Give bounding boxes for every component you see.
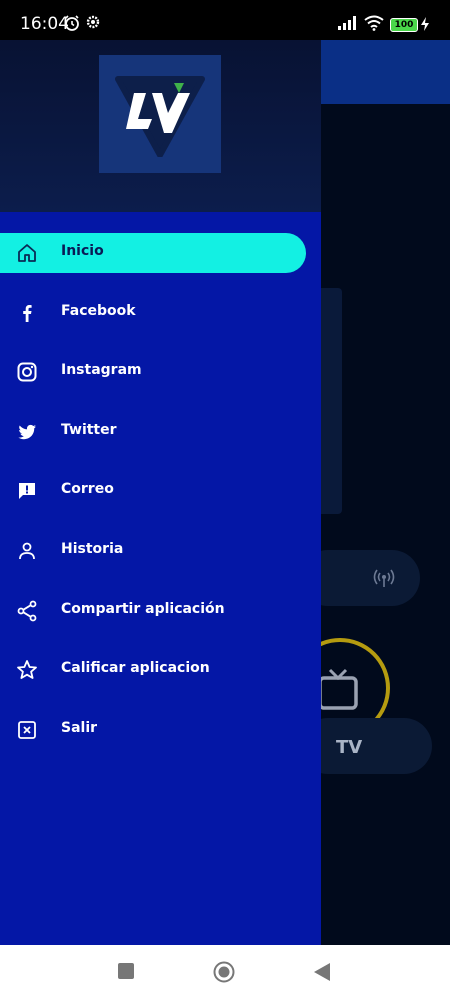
recents-icon[interactable] [118, 963, 134, 979]
menu-label: Correo [61, 481, 114, 498]
charging-icon [421, 17, 429, 31]
star-icon [17, 660, 37, 680]
signal-icon [338, 16, 356, 30]
back-icon[interactable] [314, 963, 330, 981]
menu-item-twitter[interactable]: Twitter [0, 412, 321, 452]
drawer-menu: Inicio Facebook Instagram Twitter Correo… [0, 233, 321, 769]
battery-indicator: 100 [390, 18, 418, 32]
menu-item-facebook[interactable]: Facebook [0, 293, 321, 333]
menu-label: Inicio [61, 243, 104, 259]
menu-label: Instagram [61, 362, 142, 379]
feedback-icon [19, 483, 35, 500]
wifi-icon [364, 15, 384, 31]
logo-icon [115, 76, 205, 157]
drawer-header [0, 40, 321, 212]
tv-icon [318, 668, 358, 710]
system-nav-bar [0, 945, 450, 1000]
menu-item-historia[interactable]: Historia [0, 531, 321, 571]
menu-item-compartir[interactable]: Compartir aplicación [0, 591, 321, 631]
twitter-icon [18, 424, 36, 439]
menu-item-instagram[interactable]: Instagram [0, 352, 321, 392]
exit-icon [18, 720, 36, 739]
home-button-icon[interactable] [213, 961, 235, 983]
menu-item-inicio[interactable]: Inicio [0, 233, 306, 273]
status-bar: 16:04 100 [0, 0, 450, 40]
menu-item-correo[interactable]: Correo [0, 471, 321, 511]
menu-label: Salir [61, 719, 98, 736]
menu-label: Compartir aplicación [61, 600, 225, 617]
settings-icon [86, 15, 100, 29]
alarm-icon [65, 15, 79, 31]
tv-label: TV [336, 737, 363, 758]
menu-item-salir[interactable]: Salir [0, 710, 321, 750]
menu-label: Calificar aplicacion [61, 660, 210, 677]
app-logo [99, 55, 221, 173]
broadcast-icon [373, 569, 395, 587]
person-icon [19, 542, 35, 560]
home-icon [18, 244, 36, 262]
instagram-icon [17, 362, 37, 382]
navigation-drawer: Inicio Facebook Instagram Twitter Correo… [0, 40, 321, 945]
menu-label: Facebook [61, 302, 136, 319]
menu-label: Historia [61, 540, 124, 557]
status-time: 16:04 [20, 14, 69, 34]
share-icon [17, 600, 37, 621]
facebook-icon [23, 304, 32, 322]
menu-label: Twitter [61, 421, 117, 438]
menu-item-calificar[interactable]: Calificar aplicacion [0, 650, 321, 690]
